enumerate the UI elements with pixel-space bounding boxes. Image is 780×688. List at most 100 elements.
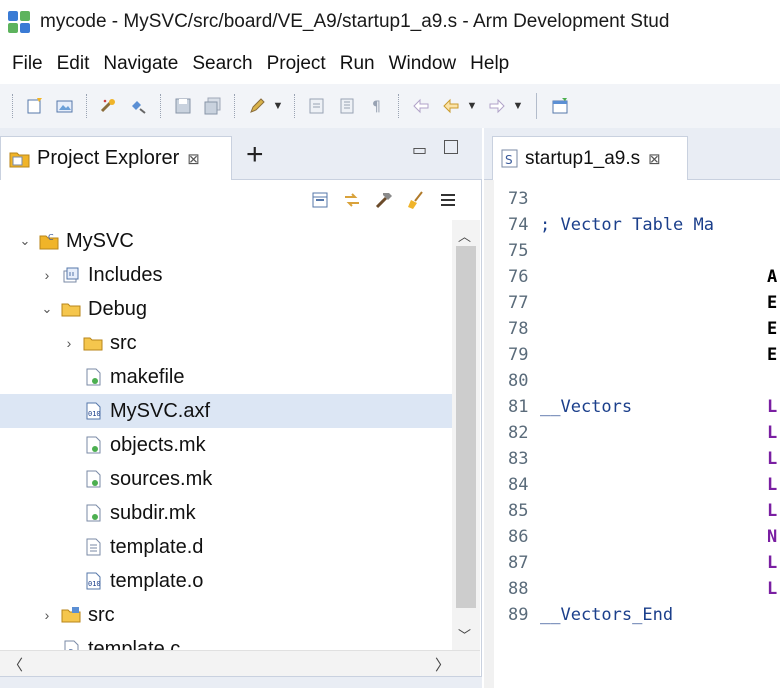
chevron-right-icon[interactable]: ›: [38, 607, 56, 623]
horizontal-scrollbar[interactable]: 〈 〉: [0, 650, 480, 677]
tree-item[interactable]: ⌄ C MySVC: [0, 224, 452, 258]
collapse-all-icon[interactable]: [306, 186, 334, 214]
broom-icon[interactable]: [402, 186, 430, 214]
code-line: 89 __Vectors_End: [494, 602, 780, 628]
chevron-right-icon[interactable]: ›: [60, 335, 78, 351]
close-icon[interactable]: ⊠: [648, 150, 661, 168]
menu-help[interactable]: Help: [464, 49, 515, 79]
title-bar: mycode - MySVC/src/board/VE_A9/startup1_…: [0, 0, 780, 44]
toolbar-divider: [536, 93, 537, 119]
svg-text:S: S: [505, 153, 513, 167]
hammer-icon[interactable]: [370, 186, 398, 214]
menu-navigate[interactable]: Navigate: [97, 49, 184, 79]
forward-arrow-icon[interactable]: [485, 94, 509, 118]
menu-search[interactable]: Search: [186, 49, 258, 79]
menu-window[interactable]: Window: [383, 49, 463, 79]
tree-item[interactable]: c template.c: [0, 632, 452, 650]
makefile-icon: [82, 434, 104, 456]
maximize-icon[interactable]: [444, 140, 458, 154]
tree-item[interactable]: template.d: [0, 530, 452, 564]
save-all-icon[interactable]: [201, 94, 225, 118]
code-editor[interactable]: 73 74 ; Vector Table Ma 75 76 A 77 E 78 E 79 E 80 81 _…: [494, 180, 780, 688]
minimize-icon[interactable]: ▭: [412, 140, 427, 160]
build-icon[interactable]: [97, 94, 121, 118]
assembly-file-icon: S: [501, 149, 518, 167]
text-file-icon: [82, 536, 104, 558]
debug-icon[interactable]: [127, 94, 151, 118]
link-with-editor-icon[interactable]: [338, 186, 366, 214]
add-view-button[interactable]: +: [246, 140, 264, 170]
tree-item-label: makefile: [110, 365, 185, 388]
menu-project[interactable]: Project: [261, 49, 332, 79]
tree-item[interactable]: subdir.mk: [0, 496, 452, 530]
includes-icon: [60, 264, 82, 286]
code-line: 88 L: [494, 576, 780, 602]
close-icon[interactable]: ⊠: [187, 150, 200, 168]
tree-item[interactable]: sources.mk: [0, 462, 452, 496]
show-whitespace-icon[interactable]: ¶: [365, 94, 389, 118]
line-number: 84: [508, 475, 529, 495]
save-icon[interactable]: [171, 94, 195, 118]
tree-item[interactable]: › src: [0, 326, 452, 360]
line-number: 87: [508, 553, 529, 573]
new-icon[interactable]: [23, 94, 47, 118]
chevron-down-icon[interactable]: ▼: [272, 94, 284, 118]
tree-item[interactable]: › src: [0, 598, 452, 632]
tab-project-explorer[interactable]: Project Explorer ⊠: [0, 136, 232, 180]
code-instruction: N: [767, 527, 778, 547]
line-number: 75: [508, 241, 529, 261]
tree-item-label: sources.mk: [110, 467, 213, 490]
tree-item[interactable]: 010 MySVC.axf: [0, 394, 452, 428]
code-instruction: L: [767, 553, 778, 573]
menu-run[interactable]: Run: [334, 49, 381, 79]
last-edit-icon[interactable]: [409, 94, 433, 118]
folder-icon: [60, 298, 82, 320]
tree-item[interactable]: › Includes: [0, 258, 452, 292]
open-image-icon[interactable]: [53, 94, 77, 118]
tab-startup1-a9[interactable]: S startup1_a9.s ⊠: [492, 136, 688, 180]
chevron-down-icon[interactable]: ▼: [512, 94, 524, 118]
chevron-down-icon[interactable]: ⌄: [16, 233, 34, 249]
editor-area: S startup1_a9.s ⊠ 73 74; Vector Table Ma 7…: [484, 128, 780, 688]
code-line: 79 E: [494, 342, 780, 368]
project-icon: C: [38, 230, 60, 252]
code-instruction: E: [767, 319, 778, 339]
window-title: mycode - MySVC/src/board/VE_A9/startup1_…: [40, 11, 670, 32]
pen-icon[interactable]: [245, 94, 269, 118]
chevron-right-icon[interactable]: ›: [38, 267, 56, 283]
scroll-left-icon[interactable]: 〈: [8, 654, 23, 675]
scroll-up-icon[interactable]: ︿: [458, 226, 471, 245]
back-arrow-icon[interactable]: [439, 94, 463, 118]
code-line: 86 N: [494, 524, 780, 550]
svg-text:010: 010: [88, 410, 101, 418]
tab-label: startup1_a9.s: [525, 147, 641, 169]
chevron-down-icon[interactable]: ▼: [466, 94, 478, 118]
binary-file-icon: 010: [82, 400, 104, 422]
menu-edit[interactable]: Edit: [51, 49, 96, 79]
vertical-scrollbar[interactable]: ︿ ﹀: [452, 220, 480, 650]
scroll-down-icon[interactable]: ﹀: [458, 625, 471, 644]
view-menu-icon[interactable]: [434, 186, 462, 214]
toolbar-separator: [398, 94, 400, 118]
tree-item[interactable]: ⌄ Debug: [0, 292, 452, 326]
panel-footer: [0, 676, 482, 688]
svg-text:C: C: [48, 233, 54, 242]
menu-bar: File Edit Navigate Search Project Run Wi…: [0, 44, 780, 84]
block-selection-icon[interactable]: [335, 94, 359, 118]
tree-item[interactable]: makefile: [0, 360, 452, 394]
menu-file[interactable]: File: [6, 49, 49, 79]
code-line: 73: [494, 186, 780, 212]
line-number: 78: [508, 319, 529, 339]
scrollbar-thumb[interactable]: [456, 246, 476, 608]
chevron-down-icon[interactable]: ⌄: [38, 301, 56, 317]
makefile-icon: [82, 468, 104, 490]
tree-item[interactable]: objects.mk: [0, 428, 452, 462]
code-instruction: L: [767, 397, 778, 417]
scroll-right-icon[interactable]: 〉: [435, 654, 450, 675]
tree-item[interactable]: 010 template.o: [0, 564, 452, 598]
code-instruction: L: [767, 475, 778, 495]
annotation-ruler: [484, 180, 494, 688]
open-perspective-icon[interactable]: [548, 94, 572, 118]
toggle-breakpoint-icon[interactable]: [305, 94, 329, 118]
scrollbar-corner: [452, 651, 480, 677]
